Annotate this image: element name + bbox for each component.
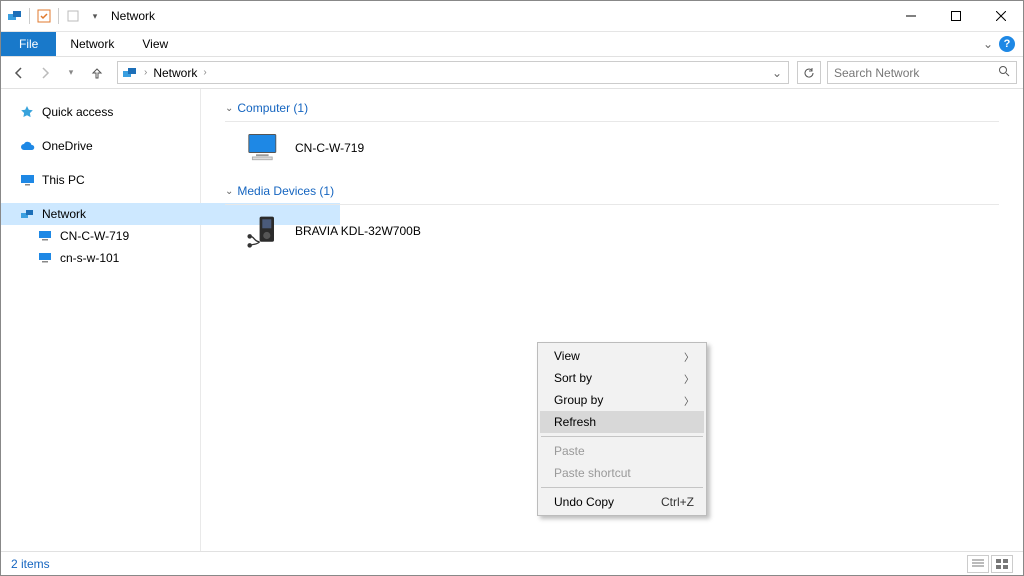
network-location-icon bbox=[5, 6, 25, 26]
group-header-media[interactable]: ⌄ Media Devices (1) bbox=[225, 180, 999, 205]
submenu-arrow-icon: 〉 bbox=[684, 393, 694, 408]
nav-label: cn-s-w-101 bbox=[60, 251, 119, 265]
file-tab[interactable]: File bbox=[1, 32, 56, 56]
submenu-arrow-icon: 〉 bbox=[684, 371, 694, 386]
ctx-label: View bbox=[554, 349, 580, 363]
nav-onedrive[interactable]: OneDrive bbox=[1, 135, 200, 157]
network-icon bbox=[19, 206, 35, 222]
cloud-icon bbox=[19, 138, 35, 154]
ctx-paste-shortcut: Paste shortcut bbox=[540, 462, 704, 484]
ctx-view[interactable]: View 〉 bbox=[540, 345, 704, 367]
computer-item[interactable]: CN-C-W-719 bbox=[225, 126, 999, 180]
ribbon-right: ⌄ ? bbox=[983, 32, 1023, 56]
separator bbox=[58, 8, 59, 24]
quick-access-toolbar: ▾ bbox=[5, 6, 105, 26]
breadcrumb-chevron-icon[interactable]: › bbox=[144, 67, 147, 78]
status-bar: 2 items bbox=[1, 551, 1023, 575]
address-dropdown-icon[interactable]: ⌄ bbox=[766, 66, 788, 80]
star-icon bbox=[19, 104, 35, 120]
properties-icon[interactable] bbox=[34, 6, 54, 26]
item-count: 2 items bbox=[11, 557, 50, 571]
network-icon bbox=[122, 65, 138, 81]
separator bbox=[541, 487, 703, 488]
search-placeholder: Search Network bbox=[834, 66, 919, 80]
body: Quick access OneDrive This PC Network CN… bbox=[1, 89, 1023, 551]
group-header-computer[interactable]: ⌄ Computer (1) bbox=[225, 97, 999, 122]
ctx-sort-by[interactable]: Sort by 〉 bbox=[540, 367, 704, 389]
computer-icon bbox=[37, 250, 53, 266]
ctx-shortcut: Ctrl+Z bbox=[661, 495, 694, 509]
ctx-undo-copy[interactable]: Undo Copy Ctrl+Z bbox=[540, 491, 704, 513]
qat-dropdown-icon[interactable]: ▾ bbox=[85, 6, 105, 26]
recent-locations-button[interactable]: ▾ bbox=[59, 61, 83, 85]
group-label: Media Devices (1) bbox=[237, 184, 334, 198]
nav-label: CN-C-W-719 bbox=[60, 229, 129, 243]
maximize-button[interactable] bbox=[933, 2, 978, 31]
tab-network[interactable]: Network bbox=[56, 32, 128, 56]
ctx-label: Paste shortcut bbox=[554, 466, 631, 480]
search-icon bbox=[998, 65, 1010, 80]
group-label: Computer (1) bbox=[237, 101, 308, 115]
title-bar: ▾ Network bbox=[1, 1, 1023, 32]
collapse-icon[interactable]: ⌄ bbox=[225, 103, 233, 114]
submenu-arrow-icon: 〉 bbox=[684, 349, 694, 364]
large-icons-view-button[interactable] bbox=[991, 555, 1013, 573]
refresh-button[interactable] bbox=[797, 61, 821, 84]
tab-view[interactable]: View bbox=[128, 32, 182, 56]
item-label: CN-C-W-719 bbox=[295, 141, 364, 155]
computer-icon bbox=[37, 228, 53, 244]
nav-network-child[interactable]: cn-s-w-101 bbox=[1, 247, 200, 269]
media-device-item[interactable]: BRAVIA KDL-32W700B bbox=[225, 209, 999, 263]
forward-button[interactable] bbox=[33, 61, 57, 85]
breadcrumb-chevron-icon[interactable]: › bbox=[203, 67, 206, 78]
ribbon: File Network View ⌄ ? bbox=[1, 32, 1023, 57]
back-button[interactable] bbox=[7, 61, 31, 85]
nav-label: This PC bbox=[42, 173, 85, 187]
nav-this-pc[interactable]: This PC bbox=[1, 169, 200, 191]
up-button[interactable] bbox=[85, 61, 109, 85]
window-title: Network bbox=[111, 9, 155, 23]
ctx-paste: Paste bbox=[540, 440, 704, 462]
details-view-button[interactable] bbox=[967, 555, 989, 573]
nav-quick-access[interactable]: Quick access bbox=[1, 101, 200, 123]
address-bar[interactable]: › Network › ⌄ bbox=[117, 61, 789, 84]
minimize-button[interactable] bbox=[888, 2, 933, 31]
context-menu: View 〉 Sort by 〉 Group by 〉 Refresh Past… bbox=[537, 342, 707, 516]
new-folder-icon[interactable] bbox=[63, 6, 83, 26]
nav-label: OneDrive bbox=[42, 139, 93, 153]
view-mode-buttons bbox=[967, 555, 1013, 573]
separator bbox=[541, 436, 703, 437]
navigation-pane: Quick access OneDrive This PC Network CN… bbox=[1, 89, 201, 551]
ctx-label: Refresh bbox=[554, 415, 596, 429]
ctx-label: Paste bbox=[554, 444, 585, 458]
monitor-icon bbox=[19, 172, 35, 188]
search-input[interactable]: Search Network bbox=[827, 61, 1017, 84]
ctx-group-by[interactable]: Group by 〉 bbox=[540, 389, 704, 411]
expand-ribbon-icon[interactable]: ⌄ bbox=[983, 37, 993, 51]
item-label: BRAVIA KDL-32W700B bbox=[295, 224, 421, 238]
address-bar-row: ▾ › Network › ⌄ Search Network bbox=[1, 57, 1023, 89]
ctx-refresh[interactable]: Refresh bbox=[540, 411, 704, 433]
separator bbox=[29, 8, 30, 24]
nav-label: Quick access bbox=[42, 105, 113, 119]
nav-network-child[interactable]: CN-C-W-719 bbox=[1, 225, 200, 247]
close-button[interactable] bbox=[978, 2, 1023, 31]
ctx-label: Group by bbox=[554, 393, 603, 407]
computer-icon bbox=[247, 130, 283, 166]
help-icon[interactable]: ? bbox=[999, 36, 1015, 52]
nav-label: Network bbox=[42, 207, 86, 221]
window-controls bbox=[888, 2, 1023, 31]
collapse-icon[interactable]: ⌄ bbox=[225, 186, 233, 197]
breadcrumb-network[interactable]: Network bbox=[153, 66, 197, 80]
explorer-window: ▾ Network File Network View ⌄ ? ▾ bbox=[0, 0, 1024, 576]
ctx-label: Sort by bbox=[554, 371, 592, 385]
media-player-icon bbox=[247, 213, 283, 249]
ctx-label: Undo Copy bbox=[554, 495, 614, 509]
